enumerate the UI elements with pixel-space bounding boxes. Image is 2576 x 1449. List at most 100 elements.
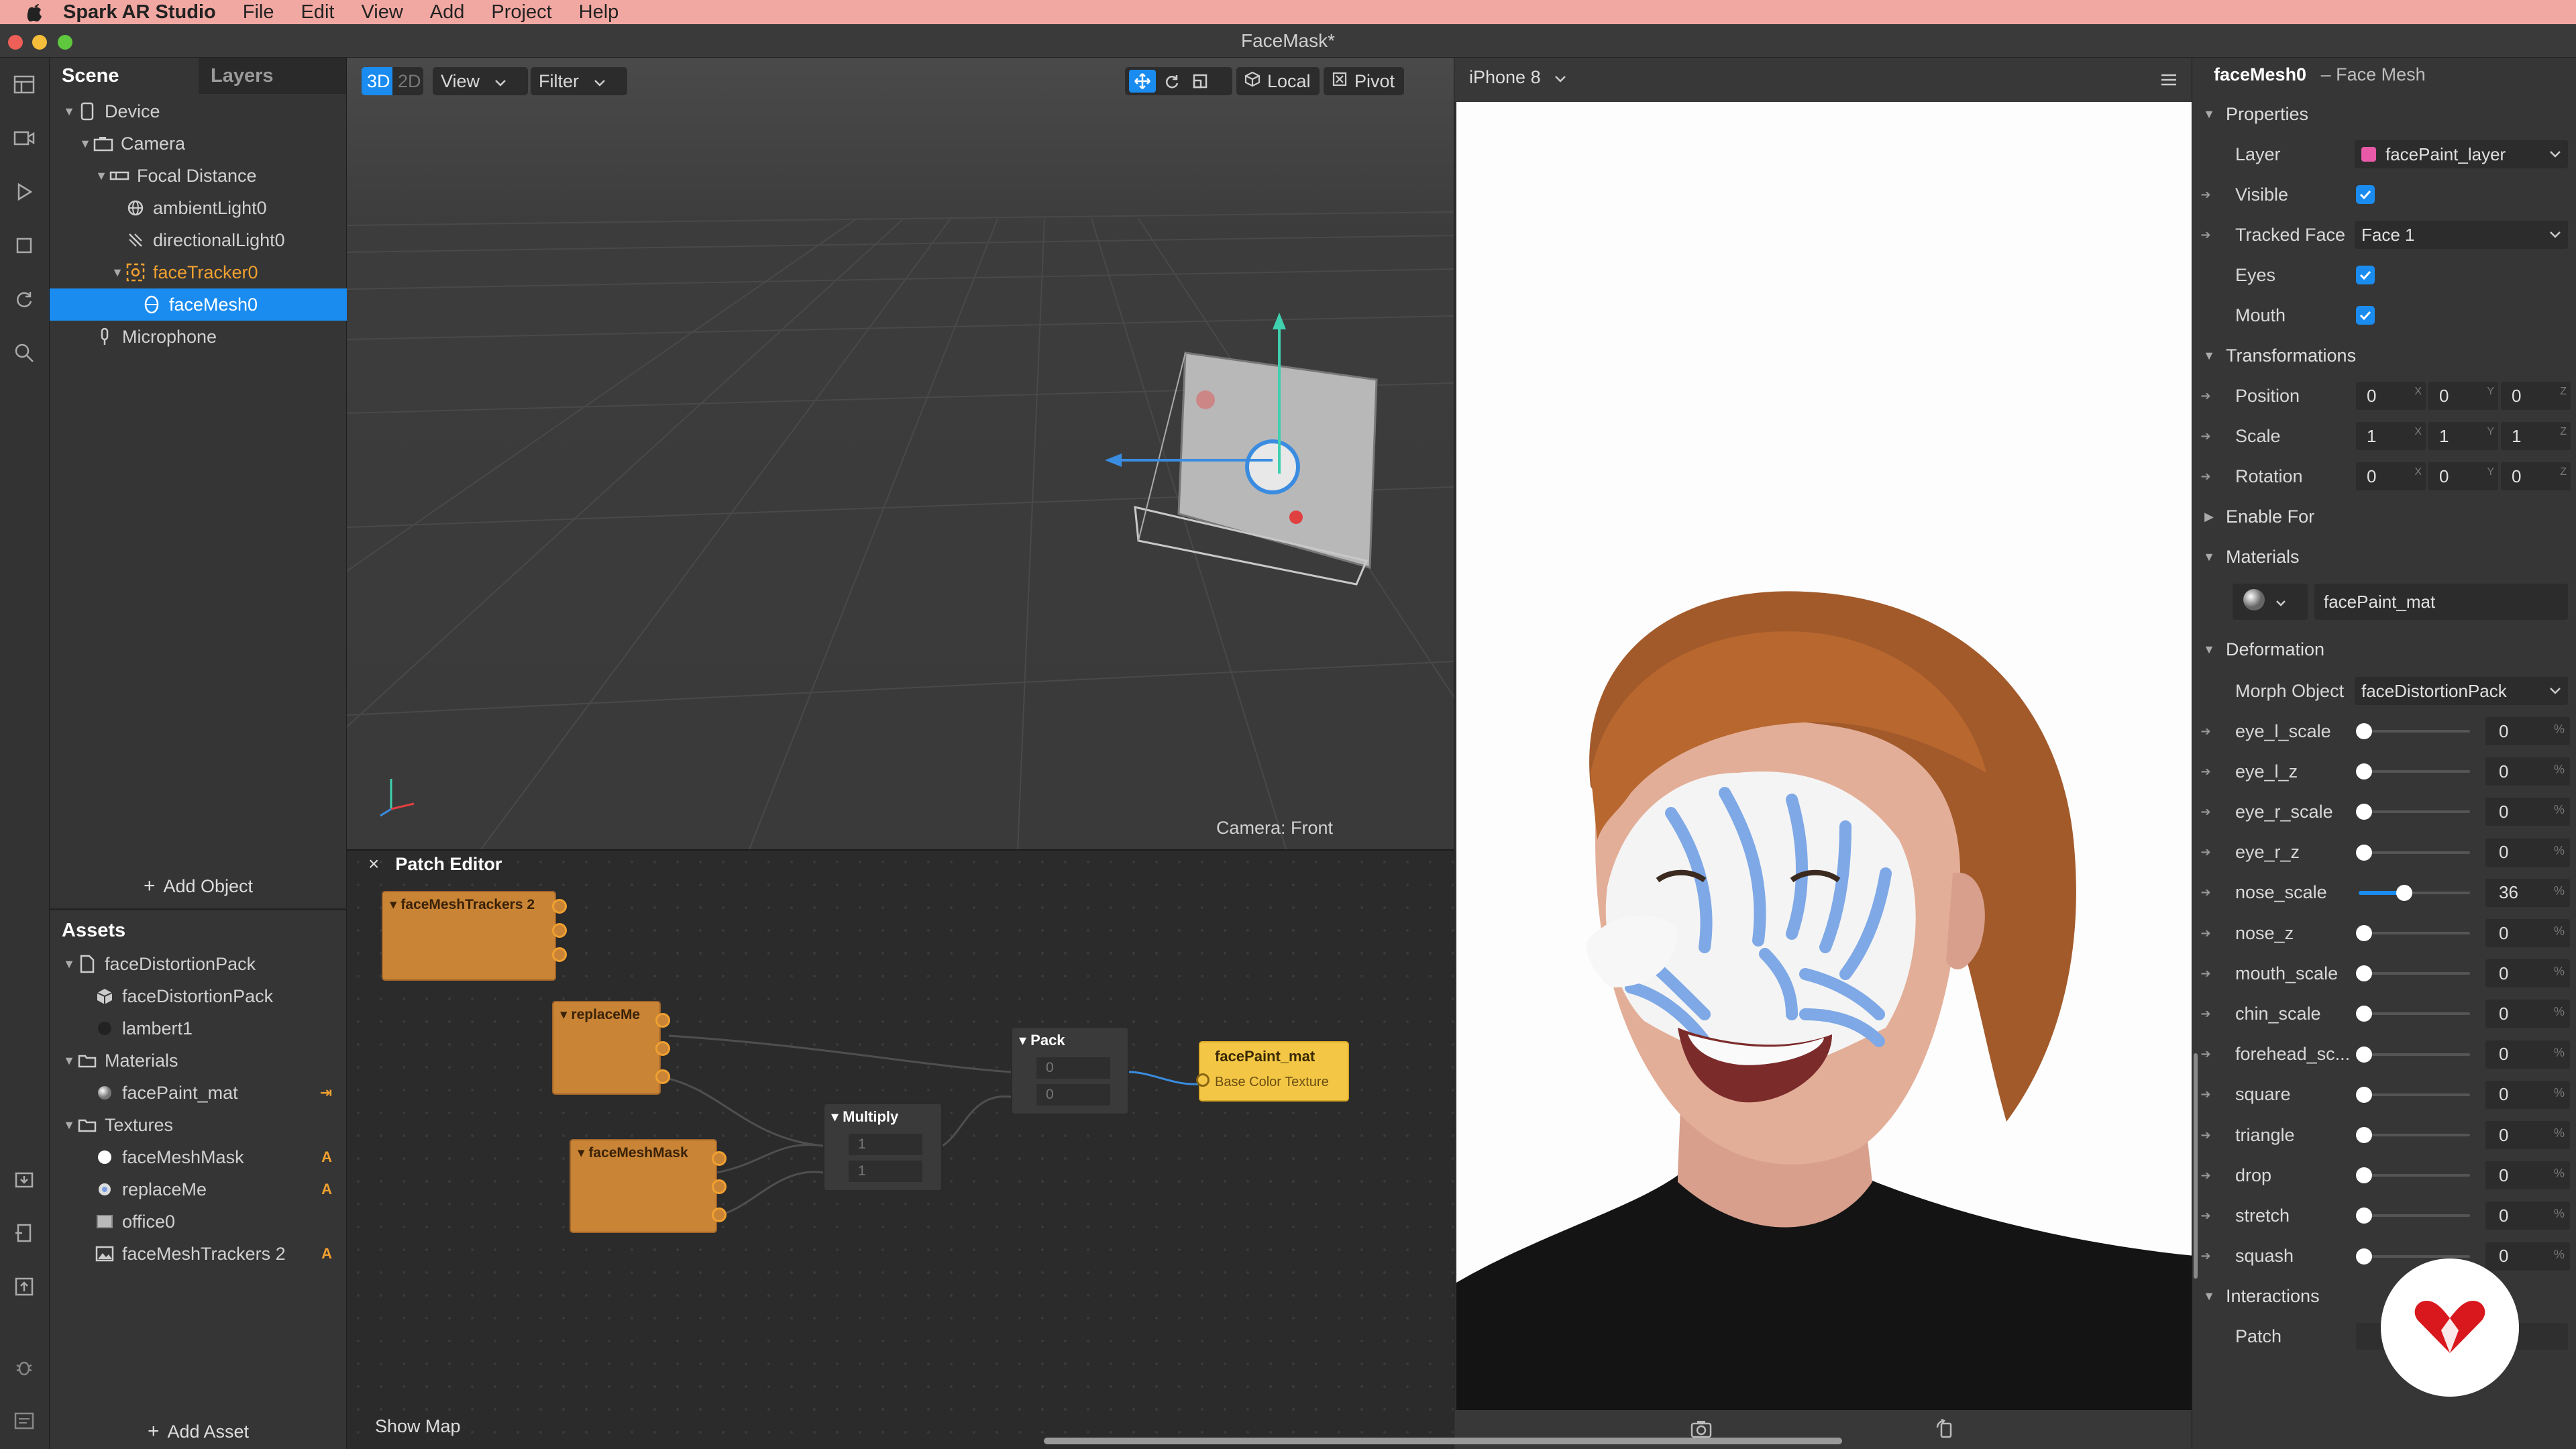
patch-node-face-mesh-trackers[interactable]: ▾ faceMeshTrackers 2 <box>382 891 567 981</box>
eyes-checkbox[interactable] <box>2356 266 2375 284</box>
mouth-checkbox[interactable] <box>2356 306 2375 325</box>
maximize-window-button[interactable] <box>58 35 72 50</box>
slider-value-field[interactable]: 0% <box>2485 1121 2570 1149</box>
multiply-input-2[interactable]: 1 <box>849 1161 922 1182</box>
move-tool-icon[interactable] <box>1129 70 1156 93</box>
keyframe-bullet-icon[interactable]: ➔ <box>2192 967 2219 981</box>
slider-knob[interactable] <box>2356 965 2372 982</box>
slider-value-field[interactable]: 0% <box>2485 1161 2570 1190</box>
patch-node-face-mesh-mask[interactable]: ▾ faceMeshMask <box>570 1139 727 1233</box>
output-port[interactable] <box>712 1179 727 1194</box>
material-name-field[interactable]: facePaint_mat <box>2314 584 2568 620</box>
menu-edit[interactable]: Edit <box>301 1 334 23</box>
console-icon[interactable] <box>9 1406 39 1436</box>
position-y-field[interactable]: 0Y <box>2428 382 2498 410</box>
slider-track[interactable] <box>2359 851 2470 854</box>
minimize-window-button[interactable] <box>32 35 47 50</box>
output-port[interactable] <box>655 1069 670 1084</box>
tracked-face-dropdown[interactable]: Face 1 <box>2355 221 2568 249</box>
asset-item-face-mesh-trackers[interactable]: faceMeshTrackers 2 A <box>50 1238 347 1270</box>
local-space-button[interactable]: Local <box>1236 67 1320 95</box>
asset-item-face-distortion-mesh[interactable]: faceDistortionPack <box>50 980 347 1012</box>
output-port[interactable] <box>712 1151 727 1166</box>
filter-menu-button[interactable]: Filter <box>531 67 627 95</box>
patch-node-replace-me[interactable]: ▾ replaceMe <box>552 1001 670 1095</box>
output-port[interactable] <box>552 947 567 962</box>
pack-input-1[interactable]: 0 <box>1036 1057 1110 1079</box>
tree-item-ambient-light[interactable]: ambientLight0 <box>50 192 347 224</box>
rotation-y-field[interactable]: 0Y <box>2428 462 2498 490</box>
patch-node-pack[interactable]: ▾ Pack 0 0 <box>1011 1026 1129 1115</box>
keyframe-bullet-icon[interactable]: ➔ <box>2192 724 2219 739</box>
output-port[interactable] <box>712 1208 727 1222</box>
video-icon[interactable] <box>9 123 39 153</box>
expand-arrow-icon[interactable]: ▼ <box>62 1054 76 1068</box>
output-port[interactable] <box>655 1013 670 1028</box>
base-color-texture-port[interactable] <box>1196 1073 1210 1087</box>
slider-knob[interactable] <box>2356 844 2372 861</box>
view-menu-button[interactable]: View <box>433 67 528 95</box>
section-transformations[interactable]: ▼ Transformations <box>2192 339 2576 372</box>
import-icon[interactable] <box>9 1165 39 1194</box>
show-map-button[interactable]: Show Map <box>375 1416 461 1437</box>
slider-track[interactable] <box>2359 932 2470 934</box>
patch-node-face-paint-mat[interactable]: facePaint_mat Base Color Texture <box>1196 1041 1349 1102</box>
slider-track[interactable] <box>2359 1093 2470 1096</box>
menu-view[interactable]: View <box>361 1 402 23</box>
slider-knob[interactable] <box>2356 925 2372 941</box>
slider-knob[interactable] <box>2356 1086 2372 1103</box>
tree-item-microphone[interactable]: Microphone <box>50 321 347 353</box>
scale-x-field[interactable]: 1X <box>2356 422 2426 450</box>
morph-object-dropdown[interactable]: faceDistortionPack <box>2355 677 2568 705</box>
search-icon[interactable] <box>9 338 39 368</box>
slider-knob[interactable] <box>2356 1006 2372 1022</box>
mode-2d-button[interactable]: 2D <box>392 67 423 95</box>
slider-track[interactable] <box>2359 1174 2470 1177</box>
slider-value-field[interactable]: 0% <box>2485 838 2570 867</box>
asset-item-face-mesh-mask[interactable]: faceMeshMask A <box>50 1141 347 1173</box>
add-object-button[interactable]: + Add Object <box>50 869 347 903</box>
expand-arrow-icon[interactable]: ▼ <box>62 105 76 119</box>
menu-add[interactable]: Add <box>430 1 465 23</box>
asset-item-face-paint-mat[interactable]: facePaint_mat ⇥ <box>50 1077 347 1109</box>
mode-3d-button[interactable]: 3D <box>362 67 392 95</box>
patch-node-multiply[interactable]: ▾ Multiply 1 1 <box>823 1103 943 1191</box>
export-icon[interactable] <box>9 1272 39 1301</box>
keyframe-bullet-icon[interactable]: ➔ <box>2192 1007 2219 1021</box>
device-select[interactable]: iPhone 8 <box>1469 67 1566 88</box>
slider-track[interactable] <box>2359 972 2470 975</box>
output-port[interactable] <box>655 1041 670 1056</box>
refresh-icon[interactable] <box>9 284 39 314</box>
keyframe-bullet-icon[interactable]: ➔ <box>2192 805 2219 819</box>
tree-item-face-tracker[interactable]: ▼ faceTracker0 <box>50 256 347 288</box>
slider-value-field[interactable]: 0% <box>2485 1242 2570 1271</box>
expand-arrow-icon[interactable]: ▼ <box>62 957 76 971</box>
tree-item-device[interactable]: ▼ Device <box>50 95 347 127</box>
slider-value-field[interactable]: 0% <box>2485 1000 2570 1028</box>
keyframe-bullet-icon[interactable]: ➔ <box>2192 429 2219 443</box>
slider-track[interactable] <box>2359 1254 2470 1258</box>
rotation-x-field[interactable]: 0X <box>2356 462 2426 490</box>
slider-knob[interactable] <box>2396 884 2412 901</box>
3d-viewport[interactable]: 3D 2D View Filter Local Pivot Camera: Fr… <box>347 58 1454 849</box>
keyframe-bullet-icon[interactable]: ➔ <box>2192 228 2219 242</box>
rotate-tool-icon[interactable] <box>1156 73 1187 89</box>
inspector-scrollbar[interactable] <box>2194 1053 2198 1279</box>
keyframe-bullet-icon[interactable]: ➔ <box>2192 470 2219 484</box>
expand-arrow-icon[interactable]: ▼ <box>110 266 125 280</box>
layer-dropdown[interactable]: facePaint_layer <box>2355 140 2568 168</box>
tree-item-face-mesh[interactable]: faceMesh0 <box>50 288 347 321</box>
visible-checkbox[interactable] <box>2356 185 2375 204</box>
app-name-menu[interactable]: Spark AR Studio <box>63 1 216 23</box>
pivot-button[interactable]: Pivot <box>1324 67 1404 95</box>
asset-item-lambert[interactable]: lambert1 <box>50 1012 347 1044</box>
tab-scene[interactable]: Scene <box>50 58 199 94</box>
keyframe-bullet-icon[interactable]: ➔ <box>2192 389 2219 403</box>
keyframe-bullet-icon[interactable]: ➔ <box>2192 765 2219 779</box>
device-preview-icon[interactable] <box>9 1218 39 1248</box>
expand-arrow-icon[interactable]: ▼ <box>62 1118 76 1132</box>
slider-knob[interactable] <box>2356 1248 2372 1265</box>
asset-folder-materials[interactable]: ▼ Materials <box>50 1044 347 1077</box>
menu-file[interactable]: File <box>243 1 274 23</box>
slider-knob[interactable] <box>2356 763 2372 780</box>
